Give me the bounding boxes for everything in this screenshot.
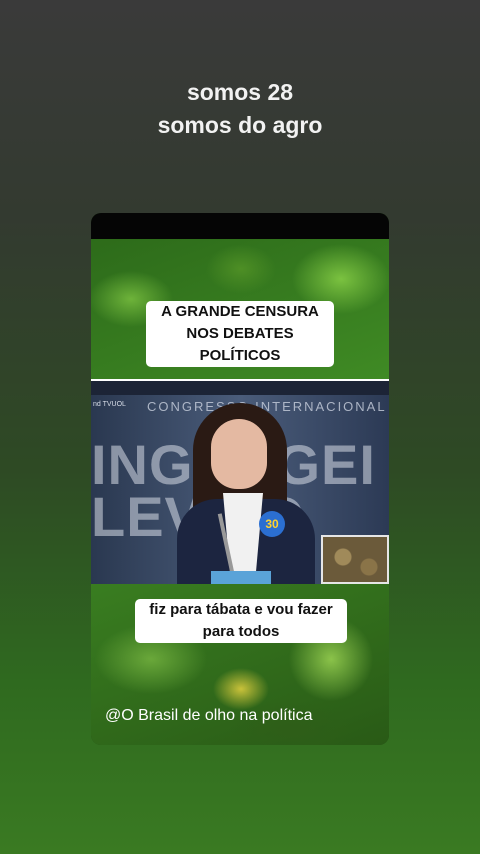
headline-line-3: POLÍTICOS xyxy=(199,347,281,364)
shared-post-card[interactable]: A GRANDE CENSURA NOS DEBATES POLÍTICOS n… xyxy=(91,213,389,745)
inset-video-thumbnail xyxy=(321,535,389,584)
speaker-face xyxy=(211,419,267,489)
podium xyxy=(211,571,271,584)
post-headline-caption: A GRANDE CENSURA NOS DEBATES POLÍTICOS xyxy=(146,301,334,367)
subtitle-line-1: fiz para tábata e vou fazer xyxy=(149,601,333,618)
headline-line-1: A GRANDE CENSURA xyxy=(161,303,319,320)
story-caption-line-1: somos 28 xyxy=(186,79,294,105)
story-caption: somos 28 somos do agro xyxy=(0,76,480,142)
subtitle-line-2: para todos xyxy=(202,623,280,640)
post-top-bar xyxy=(91,213,389,239)
video-top-band xyxy=(91,381,389,395)
campaign-badge: 30 xyxy=(259,511,285,537)
video-channel-label: nd TVUOL xyxy=(93,401,126,408)
debate-video-frame[interactable]: nd TVUOL CONGRESSO INTERNACIONAL INGUAGE… xyxy=(91,379,389,584)
story-caption-line-2: somos do agro xyxy=(157,112,323,138)
post-subtitle-caption: fiz para tábata e vou fazer para todos xyxy=(135,599,347,643)
headline-line-2: NOS DEBATES xyxy=(186,325,294,342)
post-watermark: @O Brasil de olho na política xyxy=(105,707,313,724)
